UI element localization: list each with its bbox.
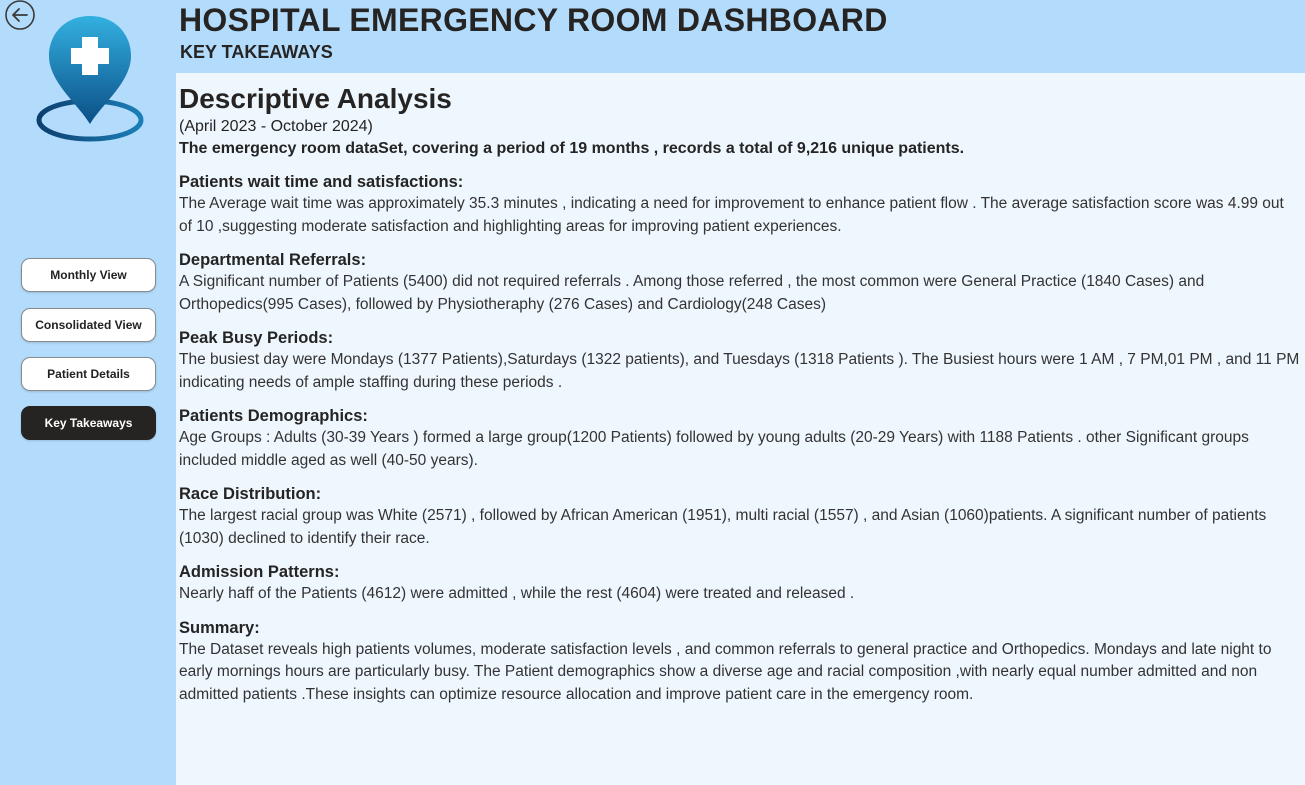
section-heading: Patients Demographics: (179, 407, 368, 425)
section-wait-time: Patients wait time and satisfactions: Th… (179, 171, 1301, 238)
sidebar: Monthly View Consolidated View Patient D… (0, 0, 176, 785)
section-peak-periods: Peak Busy Periods: The busiest day were … (179, 327, 1301, 394)
main-content: Descriptive Analysis (April 2023 - Octob… (176, 73, 1305, 785)
analysis-text: Descriptive Analysis (April 2023 - Octob… (179, 83, 1301, 706)
section-heading: Departmental Referrals: (179, 251, 367, 269)
medical-location-pin-icon (34, 12, 146, 144)
arrow-left-circle-icon[interactable] (4, 0, 36, 32)
page-title: HOSPITAL EMERGENCY ROOM DASHBOARD (179, 2, 888, 38)
monthly-view-button[interactable]: Monthly View (21, 258, 156, 292)
consolidated-view-button[interactable]: Consolidated View (21, 308, 156, 342)
section-text: The Dataset reveals high patients volume… (179, 640, 1272, 703)
analysis-title: Descriptive Analysis (179, 83, 452, 114)
analysis-lead: The emergency room dataSet, covering a p… (179, 140, 965, 157)
section-heading: Patients wait time and satisfactions: (179, 173, 464, 191)
page-subtitle: KEY TAKEAWAYS (180, 42, 333, 62)
patient-details-button[interactable]: Patient Details (21, 357, 156, 391)
section-heading: Summary: (179, 618, 260, 637)
section-admission: Admission Patterns: Nearly haff of the P… (179, 561, 1301, 606)
section-heading: Race Distribution: (179, 485, 322, 503)
section-summary: Summary: The Dataset reveals high patien… (179, 617, 1301, 707)
section-text: Nearly haff of the Patients (4612) were … (179, 585, 855, 602)
key-takeaways-button[interactable]: Key Takeaways (21, 406, 156, 440)
section-referrals: Departmental Referrals: A Significant nu… (179, 249, 1301, 316)
section-text: The largest racial group was White (2571… (179, 507, 1267, 547)
section-heading: Peak Busy Periods: (179, 329, 334, 347)
analysis-period: (April 2023 - October 2024) (179, 118, 373, 135)
section-demographics: Patients Demographics: Age Groups : Adul… (179, 405, 1301, 472)
section-text: A Significant number of Patients (5400) … (179, 273, 1205, 313)
section-heading: Admission Patterns: (179, 563, 340, 581)
section-text: The busiest day were Mondays (1377 Patie… (179, 351, 1300, 391)
section-text: Age Groups : Adults (30-39 Years ) forme… (179, 429, 1249, 469)
section-race: Race Distribution: The largest racial gr… (179, 483, 1301, 550)
page-header: HOSPITAL EMERGENCY ROOM DASHBOARD KEY TA… (176, 0, 1305, 73)
section-text: The Average wait time was approximately … (179, 195, 1284, 235)
